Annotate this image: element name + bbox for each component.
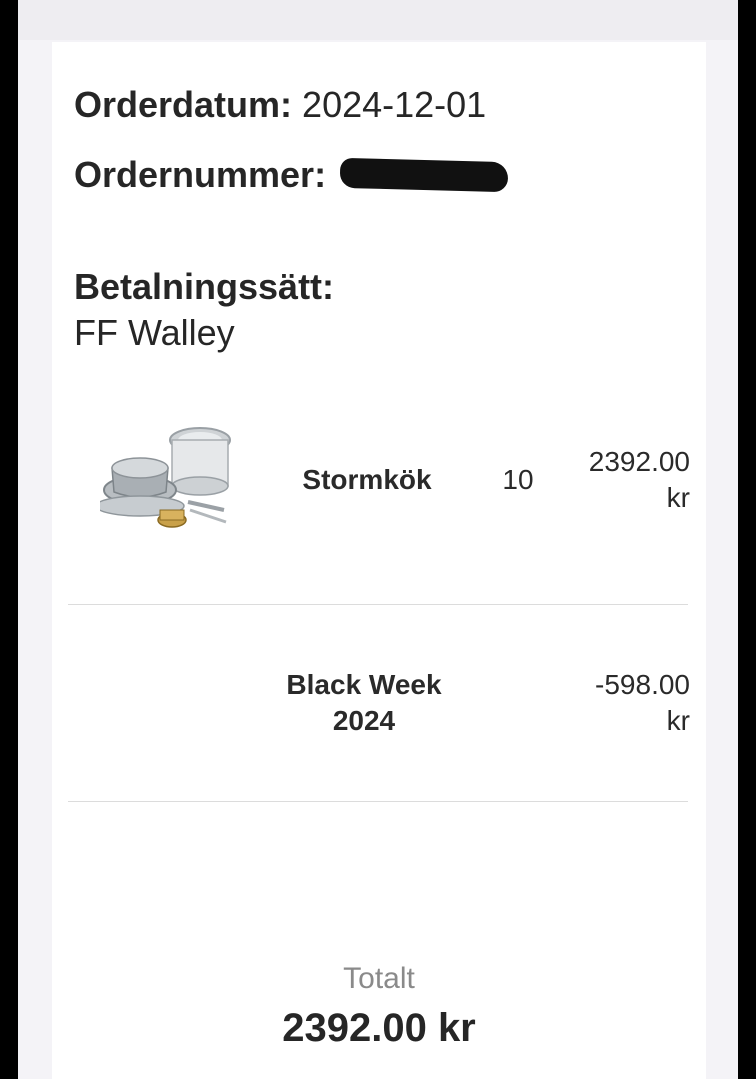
divider [68, 801, 688, 802]
total-value: 2392.00 kr [282, 1006, 476, 1050]
screen-frame: Orderdatum: 2024-12-01 Ordernummer: Beta… [18, 0, 738, 1079]
order-details-card: Orderdatum: 2024-12-01 Ordernummer: Beta… [52, 42, 706, 1079]
discount-name-line2: 2024 [332, 705, 396, 736]
discount-amount: -598.00 kr [542, 667, 690, 739]
payment-method-label: Betalningssätt: [74, 266, 335, 307]
item-price-currency: kr [666, 482, 690, 513]
item-quantity: 10 [502, 464, 534, 495]
item-name: Stormkök [302, 464, 432, 495]
discount-amount-currency: kr [666, 705, 690, 736]
discount-amount-value: -598.00 [595, 669, 690, 700]
order-date-row: Orderdatum: 2024-12-01 [74, 84, 486, 126]
discount-name: Black Week 2024 [274, 667, 454, 739]
item-price: 2392.00 kr [542, 444, 690, 516]
discount-name-line1: Black Week [286, 669, 442, 700]
divider [68, 604, 688, 605]
order-number-row: Ordernummer: [74, 154, 509, 196]
order-date-value: 2024-12-01 [302, 84, 487, 125]
item-price-amount: 2392.00 [588, 446, 690, 477]
payment-method-value: FF Walley [74, 312, 235, 353]
order-date-label: Orderdatum: [74, 84, 293, 125]
camping-stove-product-image [95, 410, 234, 536]
redacted-order-number [339, 158, 509, 193]
top-bar [18, 0, 738, 40]
order-number-label: Ordernummer: [74, 154, 327, 195]
total-label: Totalt [343, 962, 415, 995]
